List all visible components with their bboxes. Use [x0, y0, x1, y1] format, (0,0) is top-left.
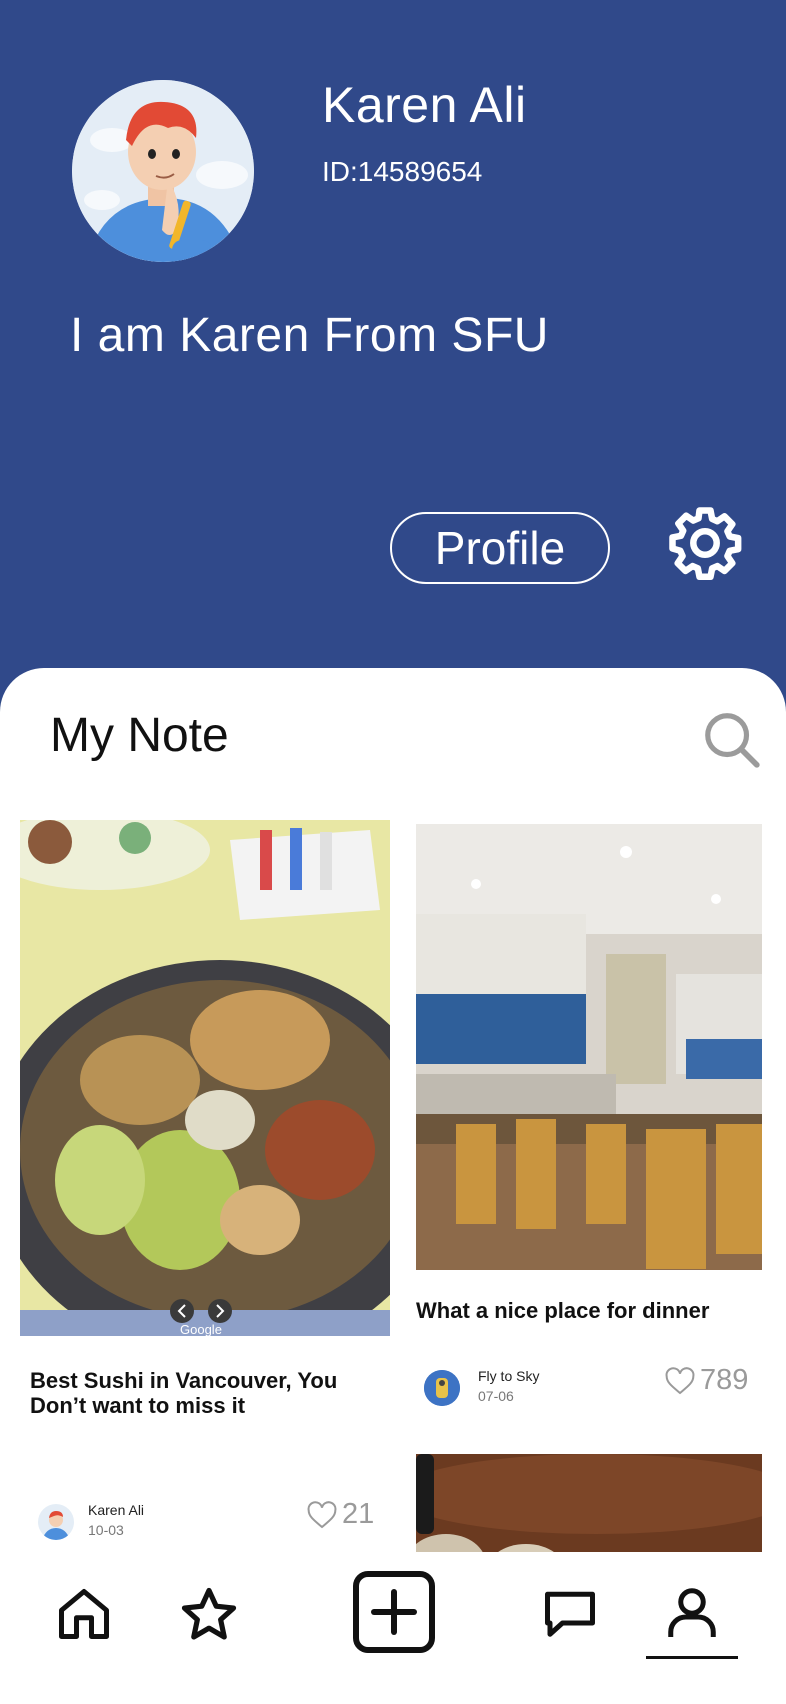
user-icon[interactable]: [662, 1580, 722, 1649]
author-avatar[interactable]: [38, 1504, 74, 1540]
author-name[interactable]: Karen Ali: [88, 1502, 144, 1518]
profile-button[interactable]: Profile: [390, 512, 610, 584]
bottom-tab-bar: [0, 1552, 786, 1704]
chat-icon[interactable]: [540, 1582, 600, 1649]
add-icon[interactable]: [352, 1570, 436, 1659]
note-image[interactable]: [416, 824, 762, 1270]
home-icon[interactable]: [54, 1584, 114, 1649]
note-card[interactable]: [416, 824, 762, 1270]
post-date: 10-03: [88, 1522, 124, 1538]
like-button[interactable]: 789: [664, 1364, 748, 1397]
profile-header: Karen Ali ID:14589654 I am Karen From SF…: [0, 0, 786, 700]
author-avatar[interactable]: [424, 1370, 460, 1406]
note-title[interactable]: What a nice place for dinner: [416, 1298, 762, 1323]
active-tab-indicator: [646, 1656, 738, 1659]
user-id: ID:14589654: [322, 156, 483, 187]
image-watermark: Google: [180, 1322, 222, 1336]
note-card[interactable]: Google: [20, 820, 390, 1340]
user-bio: I am Karen From SFU: [70, 309, 549, 362]
like-count: 21: [342, 1498, 375, 1530]
like-button[interactable]: 21: [306, 1498, 374, 1531]
star-icon[interactable]: [178, 1584, 240, 1651]
avatar[interactable]: [72, 80, 254, 262]
author-name[interactable]: Fly to Sky: [478, 1368, 539, 1384]
heart-icon: [307, 1500, 337, 1528]
user-name: Karen Ali: [322, 77, 527, 133]
post-date: 07-06: [478, 1388, 514, 1404]
search-icon[interactable]: [700, 708, 762, 770]
notes-sheet: My Note Google Best Sushi in Vancouver, …: [0, 668, 786, 1704]
section-title: My Note: [50, 709, 229, 762]
like-count: 789: [700, 1364, 749, 1396]
heart-icon: [665, 1366, 695, 1394]
note-image[interactable]: Google: [20, 820, 390, 1336]
gear-icon[interactable]: [666, 504, 744, 582]
note-title[interactable]: Best Sushi in Vancouver, You Don’t want …: [30, 1368, 375, 1418]
